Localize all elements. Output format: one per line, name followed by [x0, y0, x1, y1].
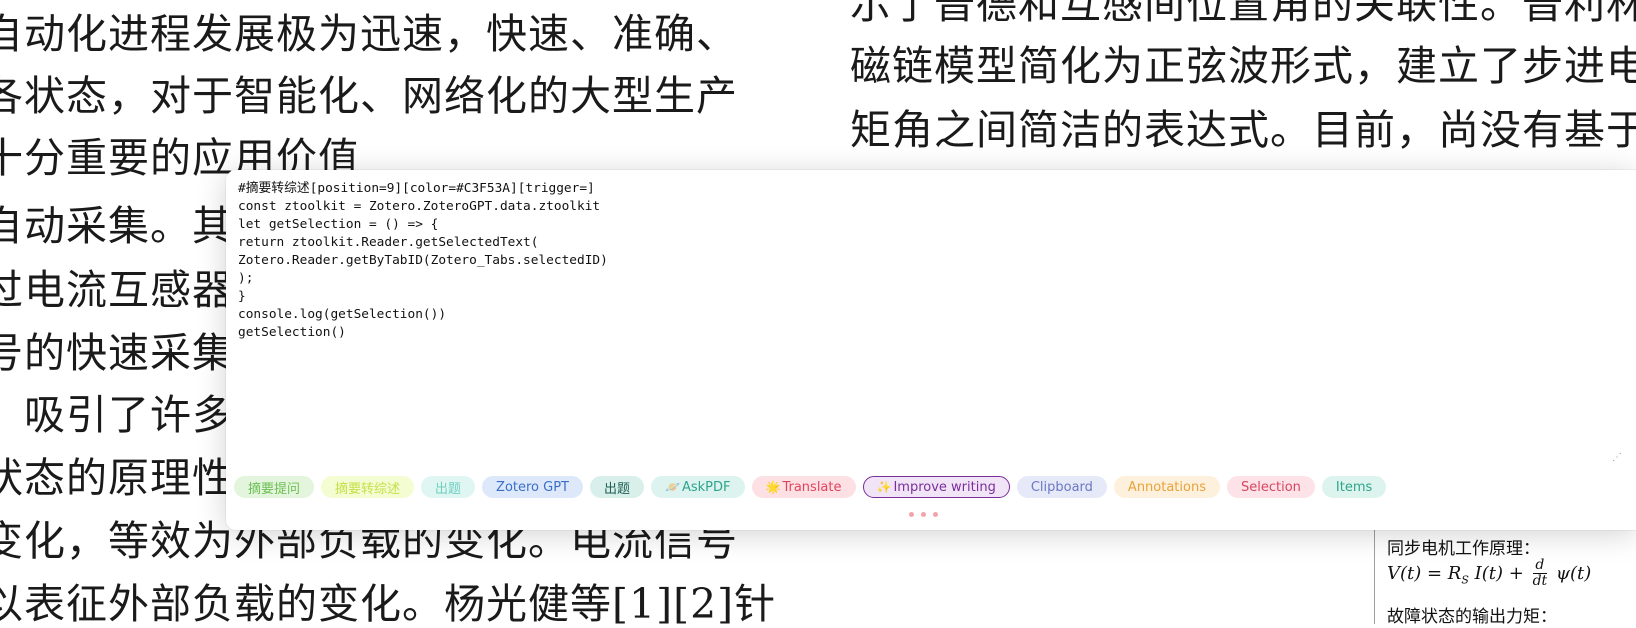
- tag-button[interactable]: 摘要转综述: [321, 476, 415, 498]
- tag-button[interactable]: 出题: [421, 476, 476, 498]
- formula: V(t) = RS I(t) + d dt ψ(t): [1387, 557, 1592, 590]
- doc-line: 矩角之间简洁的表达式。目前，尚没有基于: [850, 106, 1636, 154]
- formula-card: 同步电机工作原理： V(t) = RS I(t) + d dt ψ(t) 故障状…: [1374, 530, 1636, 627]
- tag-button[interactable]: 出题: [590, 476, 645, 498]
- doc-line: 各状态，对于智能化、网络化的大型生产: [0, 72, 738, 120]
- tag-button[interactable]: Zotero GPT: [482, 476, 584, 498]
- tag-button[interactable]: 摘要提问: [234, 476, 315, 498]
- doc-line: 号的快速采集: [0, 329, 234, 377]
- dot: [921, 512, 926, 517]
- tag-label: 出题: [435, 481, 462, 497]
- doc-line: 示了普德和互感间位置角的关联性。普利林: [850, 0, 1636, 28]
- formula-mid: I(t) +: [1474, 562, 1524, 584]
- formula-right: ψ(t): [1555, 562, 1592, 584]
- tag-label: Annotations: [1127, 479, 1206, 495]
- doc-line: 过电流互感器: [0, 266, 234, 314]
- tag-label: Zotero GPT: [496, 479, 570, 495]
- doc-line: 自动采集。其: [0, 202, 234, 250]
- star-icon: 🌟: [765, 480, 781, 494]
- formula-heading-2: 故障状态的输出力矩：: [1387, 607, 1557, 627]
- planet-icon: 🪐: [665, 480, 680, 494]
- fraction-numerator: d: [1532, 557, 1548, 575]
- doc-line: 状态的原理性: [0, 454, 234, 502]
- tag-label: Selection: [1241, 479, 1301, 495]
- tag-button-improve-writing[interactable]: ✨ Improve writing: [862, 476, 1010, 498]
- doc-line: 以表征外部负载的变化。杨光健等[1][2]针: [0, 580, 777, 628]
- tag-label: Improve writing: [893, 479, 996, 495]
- resize-grip-icon[interactable]: ⋰: [1612, 453, 1622, 463]
- tag-label: Translate: [782, 479, 842, 495]
- tag-label: Items: [1335, 479, 1373, 495]
- doc-line: 磁链模型简化为正弦波形式，建立了步进电: [850, 42, 1636, 90]
- dot: [909, 512, 914, 517]
- formula-fraction: d dt: [1532, 557, 1548, 590]
- fraction-denominator: dt: [1532, 573, 1548, 590]
- dot: [933, 512, 938, 517]
- doc-line: 自动化进程发展极为迅速，快速、准确、: [0, 10, 738, 58]
- tag-button-selection[interactable]: Selection: [1227, 476, 1315, 498]
- tag-label: 摘要提问: [248, 481, 301, 497]
- prompt-code-editor[interactable]: #摘要转综述[position=9][color=#C3F53A][trigge…: [238, 180, 1626, 470]
- formula-heading: 同步电机工作原理：: [1387, 539, 1540, 559]
- prompt-editor-panel: #摘要转综述[position=9][color=#C3F53A][trigge…: [226, 170, 1636, 530]
- tag-label: AskPDF: [681, 479, 731, 495]
- tag-button-annotations[interactable]: Annotations: [1113, 476, 1220, 498]
- tag-button-items[interactable]: Items: [1321, 476, 1387, 498]
- sparkle-icon: ✨: [876, 480, 892, 494]
- tag-button-askpdf[interactable]: 🪐 AskPDF: [651, 476, 745, 498]
- formula-subscript: S: [1461, 573, 1469, 587]
- tag-label: Clipboard: [1030, 479, 1093, 495]
- tag-button-translate[interactable]: 🌟 Translate: [751, 476, 856, 498]
- tag-button-clipboard[interactable]: Clipboard: [1016, 476, 1107, 498]
- tag-label: 出题: [604, 481, 631, 497]
- tag-label: 摘要转综述: [335, 481, 401, 497]
- doc-line: 。吸引了许多: [0, 391, 234, 439]
- formula-left: V(t) = R: [1387, 562, 1462, 584]
- tag-list: 摘要提问 摘要转综述 出题 Zotero GPT 出题 🪐 AskPDF 🌟 Tra…: [234, 476, 1387, 500]
- more-dots-icon[interactable]: [909, 512, 938, 517]
